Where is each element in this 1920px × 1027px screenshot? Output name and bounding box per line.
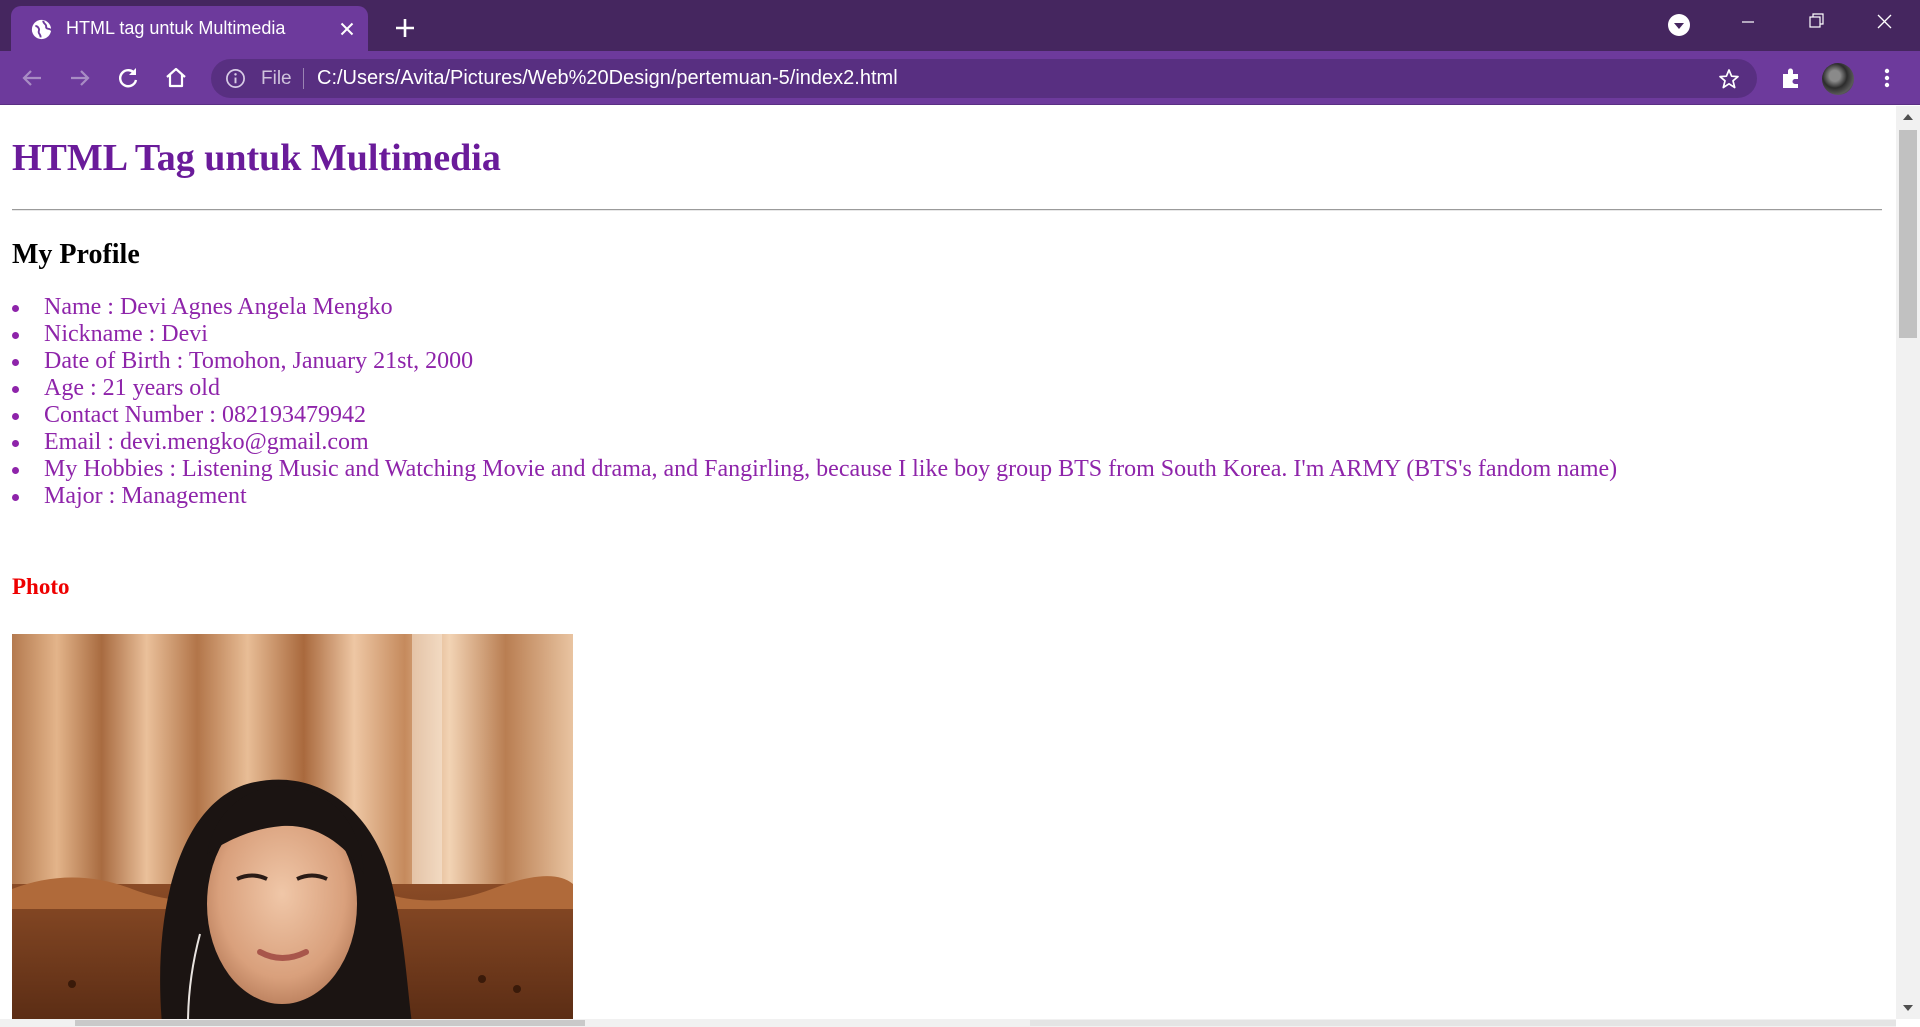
browser-tab[interactable]: HTML tag untuk Multimedia: [11, 6, 368, 51]
list-item: Nickname : Devi: [12, 321, 1617, 348]
browser-toolbar: File C:/Users/Avita/Pictures/Web%20Desig…: [0, 51, 1920, 105]
profile-heading: My Profile: [12, 239, 140, 270]
list-item-text: Age : 21 years old: [44, 375, 220, 401]
photo-heading: Photo: [12, 574, 70, 599]
close-window-icon[interactable]: [1850, 0, 1918, 46]
bullet-icon: [12, 332, 19, 339]
forward-icon[interactable]: [65, 63, 95, 93]
bullet-icon: [12, 413, 19, 420]
scroll-down-arrow-icon[interactable]: [1902, 1003, 1914, 1013]
reload-icon[interactable]: [113, 63, 143, 93]
back-icon[interactable]: [17, 63, 47, 93]
horizontal-scroll-thumb[interactable]: [75, 1020, 585, 1026]
address-bar[interactable]: File C:/Users/Avita/Pictures/Web%20Desig…: [211, 59, 1757, 98]
list-item-text: Email : devi.mengko@gmail.com: [44, 429, 369, 455]
list-item: Email : devi.mengko@gmail.com: [12, 429, 1617, 456]
vertical-scrollbar[interactable]: [1896, 106, 1920, 1019]
new-tab-icon[interactable]: [390, 13, 420, 43]
close-tab-icon[interactable]: [336, 18, 358, 40]
list-item-text: My Hobbies : Listening Music and Watchin…: [44, 456, 1618, 482]
list-item: Major : Management: [12, 483, 1617, 510]
vertical-scroll-thumb[interactable]: [1899, 130, 1917, 338]
tab-title: HTML tag untuk Multimedia: [66, 18, 286, 38]
bullet-icon: [12, 305, 19, 312]
bullet-icon: [12, 467, 19, 474]
address-divider: [303, 68, 304, 89]
profile-avatar[interactable]: [1822, 63, 1854, 95]
list-item: Date of Birth : Tomohon, January 21st, 2…: [12, 348, 1617, 375]
horizontal-scrollbar[interactable]: [0, 1019, 1896, 1027]
list-item: My Hobbies : Listening Music and Watchin…: [12, 456, 1617, 483]
bookmark-star-icon[interactable]: [1717, 67, 1741, 91]
horizontal-rule: [12, 209, 1882, 211]
list-item-text: Date of Birth : Tomohon, January 21st, 2…: [44, 348, 474, 374]
scroll-up-arrow-icon[interactable]: [1902, 112, 1914, 122]
tab-strip: HTML tag untuk Multimedia: [0, 0, 1920, 51]
horizontal-scroll-track-segment: [1030, 1020, 1896, 1026]
media-control-icon[interactable]: [1668, 14, 1690, 36]
scheme-label: File: [261, 68, 292, 89]
list-item: Age : 21 years old: [12, 375, 1617, 402]
url-text[interactable]: C:/Users/Avita/Pictures/Web%20Design/per…: [317, 67, 898, 90]
bullet-icon: [12, 494, 19, 501]
home-icon[interactable]: [161, 63, 191, 93]
list-item: Contact Number : 082193479942: [12, 402, 1617, 429]
extensions-icon[interactable]: [1776, 63, 1806, 93]
list-item-text: Major : Management: [44, 483, 247, 509]
list-item-text: Contact Number : 082193479942: [44, 402, 366, 428]
menu-kebab-icon[interactable]: [1872, 63, 1902, 93]
profile-photo: [12, 634, 573, 1019]
restore-icon[interactable]: [1782, 0, 1850, 46]
list-item: Name : Devi Agnes Angela Mengko: [12, 294, 1617, 321]
page-viewport: HTML Tag untuk Multimedia My Profile Nam…: [0, 106, 1896, 1019]
bullet-icon: [12, 359, 19, 366]
profile-list: Name : Devi Agnes Angela Mengko Nickname…: [12, 294, 1617, 510]
globe-icon: [31, 19, 52, 40]
list-item-text: Name : Devi Agnes Angela Mengko: [44, 294, 393, 320]
site-info-icon[interactable]: [225, 68, 246, 89]
page-heading: HTML Tag untuk Multimedia: [12, 137, 501, 179]
minimize-icon[interactable]: [1714, 0, 1782, 46]
bullet-icon: [12, 386, 19, 393]
list-item-text: Nickname : Devi: [44, 321, 208, 347]
bullet-icon: [12, 440, 19, 447]
